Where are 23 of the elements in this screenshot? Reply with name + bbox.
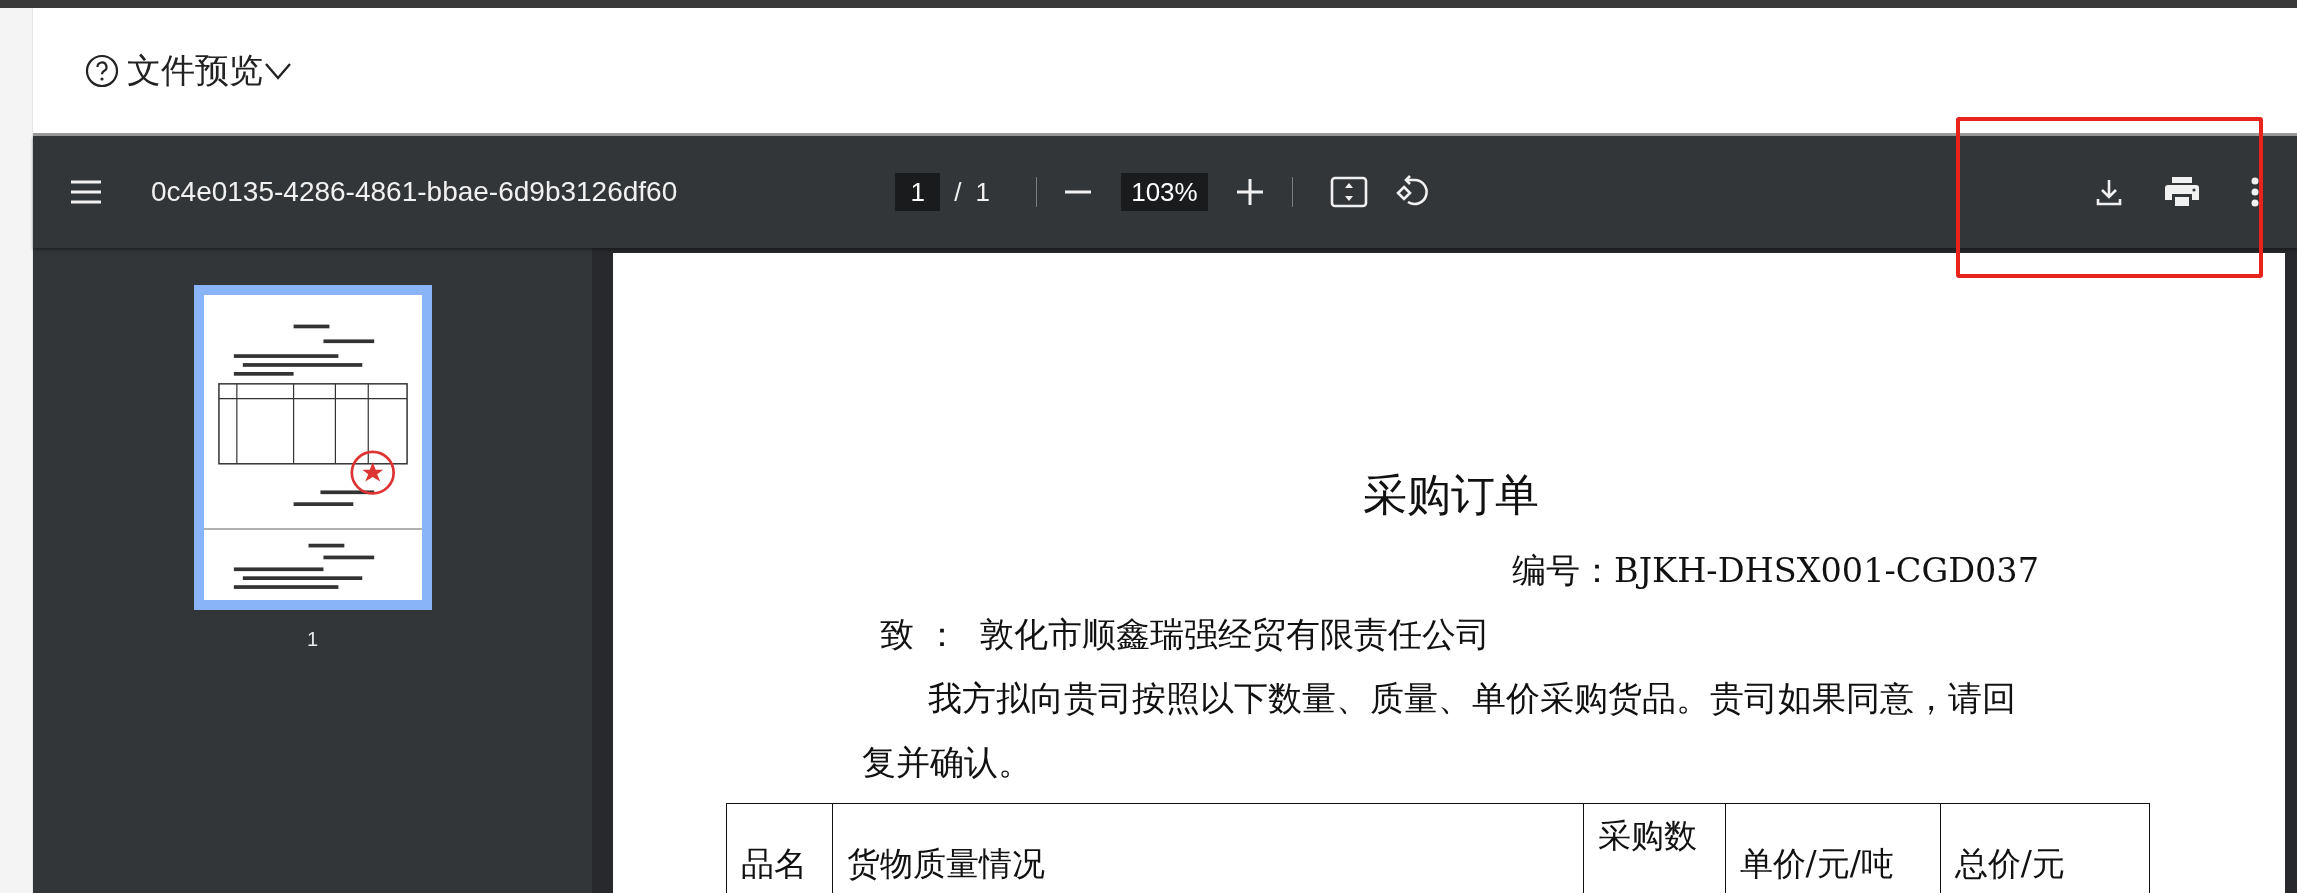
table-header-cell: 品名 bbox=[726, 803, 833, 893]
file-name: 0c4e0135-4286-4861-bbae-6d9b3126df60 bbox=[151, 175, 678, 209]
zoom-in-icon[interactable] bbox=[1235, 178, 1264, 206]
table-header-cell: 货物质量情况 bbox=[832, 803, 1584, 893]
download-icon[interactable] bbox=[2095, 178, 2122, 206]
order-number: 编号：BJKH-DHSX001-CGD037 bbox=[1511, 550, 2039, 592]
fit-page-icon[interactable] bbox=[1329, 176, 1368, 208]
page-title: 文件预览 bbox=[127, 50, 263, 91]
body-paragraph: 我方拟向贵司按照以下数量、质量、单价采购货品。贵司如果同意，请回复并确认。 bbox=[862, 678, 2017, 784]
recipient-line: 致 ： 敦化市顺鑫瑞强经贸有限责任公司 bbox=[880, 614, 1491, 656]
page-separator: / bbox=[954, 175, 962, 209]
zoom-field[interactable]: 103% bbox=[1120, 173, 1208, 211]
page-count: 1 bbox=[975, 175, 990, 209]
more-icon[interactable] bbox=[2249, 177, 2260, 207]
print-icon[interactable] bbox=[2163, 176, 2200, 208]
page-thumbnail[interactable] bbox=[193, 285, 432, 610]
page-number-field[interactable]: 1 bbox=[895, 173, 941, 211]
table-header-cell: 采购数 bbox=[1583, 803, 1726, 893]
table-header-cell: 总价/元 bbox=[1940, 803, 2150, 893]
help-icon bbox=[85, 53, 119, 88]
page-number-label: 1 bbox=[306, 627, 319, 652]
table-header-cell: 单价/元/吨 bbox=[1725, 803, 1941, 893]
document-title: 采购订单 bbox=[1361, 468, 1540, 522]
